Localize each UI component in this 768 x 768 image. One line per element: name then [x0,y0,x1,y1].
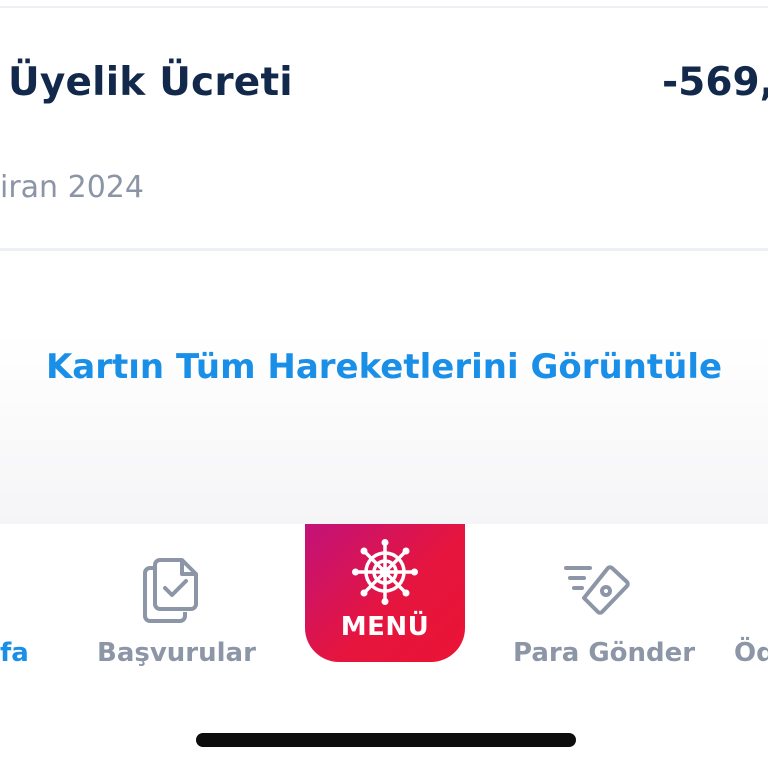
ship-wheel-icon [352,539,418,605]
tab-payments-label: Öd [734,638,768,668]
transaction-date: iran 2024 [0,170,144,205]
bottom-tab-bar: fa Başvurular MENÜ Para Gönder Öd [0,524,768,768]
tab-applications-label: Başvurular [97,638,256,668]
view-all-section: Kartın Tüm Hareketlerini Görüntüle [0,251,768,524]
transaction-amount: -569,0 [662,60,768,105]
transaction-title: Üyelik Ücreti [8,60,293,105]
tab-home-label: fa [0,638,29,668]
applications-icon [143,558,198,623]
tab-send-money-label: Para Gönder [513,638,696,668]
menu-label: MENÜ [340,612,430,642]
send-money-icon [564,565,630,615]
view-all-transactions-link[interactable]: Kartın Tüm Hareketlerini Görüntüle [0,347,768,387]
transaction-row[interactable]: Üyelik Ücreti -569,0 iran 2024 [0,8,768,250]
screen: Üyelik Ücreti -569,0 iran 2024 Kartın Tü… [0,0,768,768]
home-indicator [196,733,576,747]
menu-button[interactable]: MENÜ [305,524,465,662]
